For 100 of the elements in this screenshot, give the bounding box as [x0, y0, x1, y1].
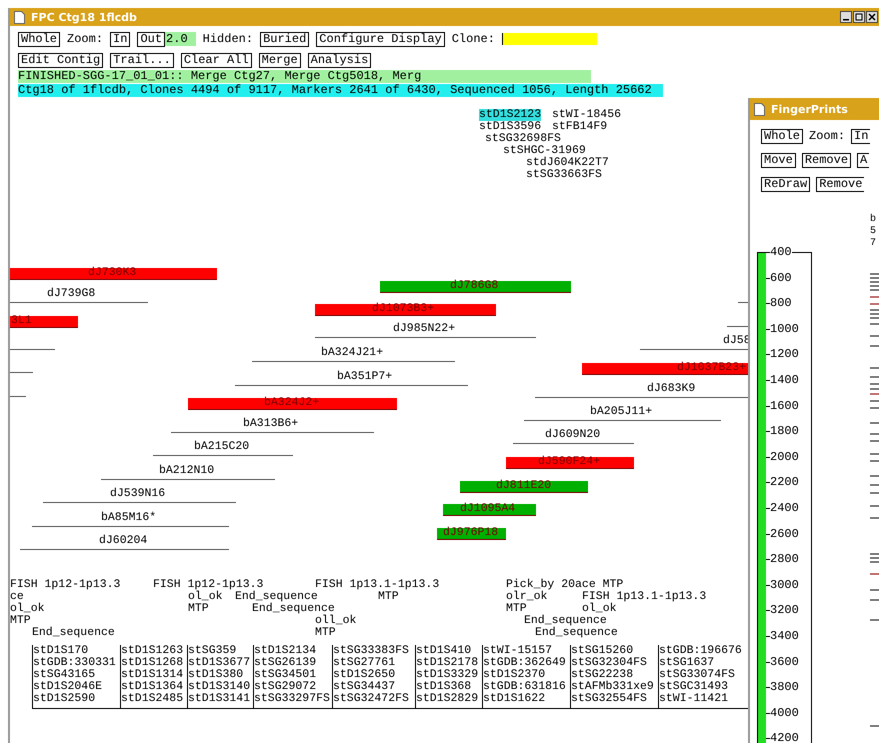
marker-name[interactable]: stD1S2370	[483, 669, 570, 681]
clone-label[interactable]: dJ60204	[99, 535, 148, 547]
clone-label[interactable]: dJ683K9	[647, 383, 696, 395]
clone-label[interactable]: bA85M16*	[101, 512, 156, 524]
marker-name[interactable]: stSG33383FS	[333, 645, 415, 657]
clone-line[interactable]	[535, 397, 748, 398]
clone-label[interactable]: dJ1095A4	[460, 503, 516, 515]
marker-name[interactable]: stSG33074FS	[659, 669, 748, 681]
toolbar-button[interactable]: Analysis	[308, 52, 372, 68]
clone-bar[interactable]	[437, 528, 506, 540]
clone-label[interactable]: dJ539N16	[110, 488, 166, 500]
toolbar-button[interactable]: ReDraw	[761, 176, 810, 192]
toolbar-button[interactable]: Whole	[18, 32, 60, 46]
marker-name[interactable]: stSG26139	[254, 657, 332, 669]
clone-bar[interactable]	[460, 481, 588, 493]
marker-name[interactable]: stD1S1364	[121, 681, 187, 693]
toolbar-button[interactable]: Buried	[260, 32, 310, 46]
clone-label[interactable]: dJ811E20	[496, 480, 552, 492]
clone-line[interactable]	[524, 420, 721, 421]
clone-line[interactable]	[640, 349, 748, 350]
clone-label[interactable]: bA351P7+	[337, 371, 392, 383]
clone-bar[interactable]	[506, 457, 634, 469]
toolbar-button[interactable]: In	[110, 32, 130, 46]
marker-name[interactable]: stD1S3329	[416, 669, 482, 681]
marker-name[interactable]: stD1S2829	[416, 693, 482, 705]
marker-name[interactable]: stD1S1263	[121, 645, 187, 657]
marker-name[interactable]: stD1S3677	[188, 657, 253, 669]
maximize-icon[interactable]	[853, 11, 865, 23]
toolbar-button[interactable]: Configure Display	[316, 32, 445, 46]
marker-name[interactable]: stGDB:631816	[483, 681, 570, 693]
marker-name[interactable]: stD1S410	[416, 645, 482, 657]
clone-line[interactable]	[153, 455, 293, 456]
clone-bar[interactable]	[188, 398, 397, 410]
clone-label[interactable]: dJ985N22+	[393, 323, 456, 335]
marker-name[interactable]: stWI-15157	[483, 645, 570, 657]
toolbar-button[interactable]: Whole	[761, 128, 804, 144]
marker-name[interactable]: stSG22238	[571, 669, 658, 681]
marker-name[interactable]: stD1S380	[188, 669, 253, 681]
marker-name[interactable]: stD1S2046E	[33, 681, 120, 693]
clone-label[interactable]: dJ739G8	[47, 288, 96, 300]
clone-line[interactable]	[315, 337, 536, 338]
marker-label[interactable]: stWI-18456	[552, 109, 622, 121]
clone-line[interactable]	[171, 432, 374, 433]
toolbar-button[interactable]: Merge	[258, 52, 301, 68]
clone-label[interactable]: bA324J21+	[321, 347, 384, 359]
marker-name[interactable]: stD1S2178	[416, 657, 482, 669]
marker-name[interactable]: stSG359	[188, 645, 253, 657]
clone-line[interactable]	[10, 372, 33, 373]
clone-label[interactable]: bA215C20	[194, 441, 250, 453]
toolbar-button[interactable]: Remove	[816, 176, 864, 192]
marker-label[interactable]: stSHGC-31969	[503, 145, 586, 157]
toolbar-button[interactable]: Remove	[802, 152, 852, 168]
marker-name[interactable]: stAFMb331xe9	[571, 681, 658, 693]
clone-line[interactable]	[32, 526, 229, 527]
clone-label[interactable]: dJ976P18	[443, 527, 498, 539]
marker-label[interactable]: stD1S3596	[479, 121, 542, 133]
marker-name[interactable]: stSG27761	[333, 657, 415, 669]
marker-name[interactable]: stSG29072	[254, 681, 332, 693]
clone-line[interactable]	[43, 502, 236, 503]
clone-bar[interactable]	[10, 268, 217, 280]
marker-name[interactable]: stSG1637	[659, 657, 748, 669]
clone-bar[interactable]	[582, 363, 748, 375]
toolbar-button[interactable]: Move	[761, 152, 796, 168]
marker-name[interactable]: stD1S1622	[483, 693, 570, 705]
marker-name[interactable]: stD1S368	[416, 681, 482, 693]
minimize-icon[interactable]	[840, 11, 852, 23]
clone-line[interactable]	[20, 549, 229, 550]
marker-name[interactable]: stSG33297FS	[254, 693, 332, 705]
clone-line[interactable]	[252, 361, 455, 362]
clone-line[interactable]	[10, 396, 26, 397]
marker-label[interactable]: stD1S2123	[479, 109, 542, 121]
clone-label[interactable]: dJ609N20	[545, 429, 600, 441]
toolbar-button[interactable]: Clear All	[180, 52, 252, 68]
clone-label[interactable]: dJ786G8	[450, 280, 498, 292]
marker-name[interactable]: stD1S2134	[254, 645, 332, 657]
marker-label[interactable]: stSG33663FS	[526, 169, 602, 181]
clone-line[interactable]	[513, 443, 634, 444]
marker-name[interactable]: stGDB:196676	[659, 645, 748, 657]
marker-name[interactable]: stGDB:362649	[483, 657, 570, 669]
clone-line[interactable]	[10, 349, 55, 350]
marker-name[interactable]: stD1S2650	[333, 669, 415, 681]
marker-name[interactable]: stSG32472FS	[333, 693, 415, 705]
marker-name[interactable]: stD1S170	[33, 645, 120, 657]
close-icon[interactable]	[866, 11, 878, 23]
marker-name[interactable]: stWI-11421	[659, 693, 748, 705]
marker-name[interactable]: stD1S2485	[121, 693, 187, 705]
clone-bar[interactable]	[315, 304, 496, 316]
marker-name[interactable]: stD1S1268	[121, 657, 187, 669]
clone-label[interactable]: bA313B6+	[243, 418, 298, 430]
marker-label[interactable]: stFB14F9	[552, 121, 608, 133]
marker-name[interactable]: stD1S3141	[188, 693, 253, 705]
clone-line[interactable]	[235, 385, 468, 386]
marker-name[interactable]: stSG15260	[571, 645, 658, 657]
clone-line[interactable]	[101, 479, 275, 480]
marker-name[interactable]: stSGC31493	[659, 681, 748, 693]
clone-bar[interactable]	[10, 316, 78, 328]
marker-name[interactable]: stD1S1314	[121, 669, 187, 681]
marker-name[interactable]: stD1S3140	[188, 681, 253, 693]
marker-name[interactable]: stSG34501	[254, 669, 332, 681]
marker-name[interactable]: stSG32304FS	[571, 657, 658, 669]
